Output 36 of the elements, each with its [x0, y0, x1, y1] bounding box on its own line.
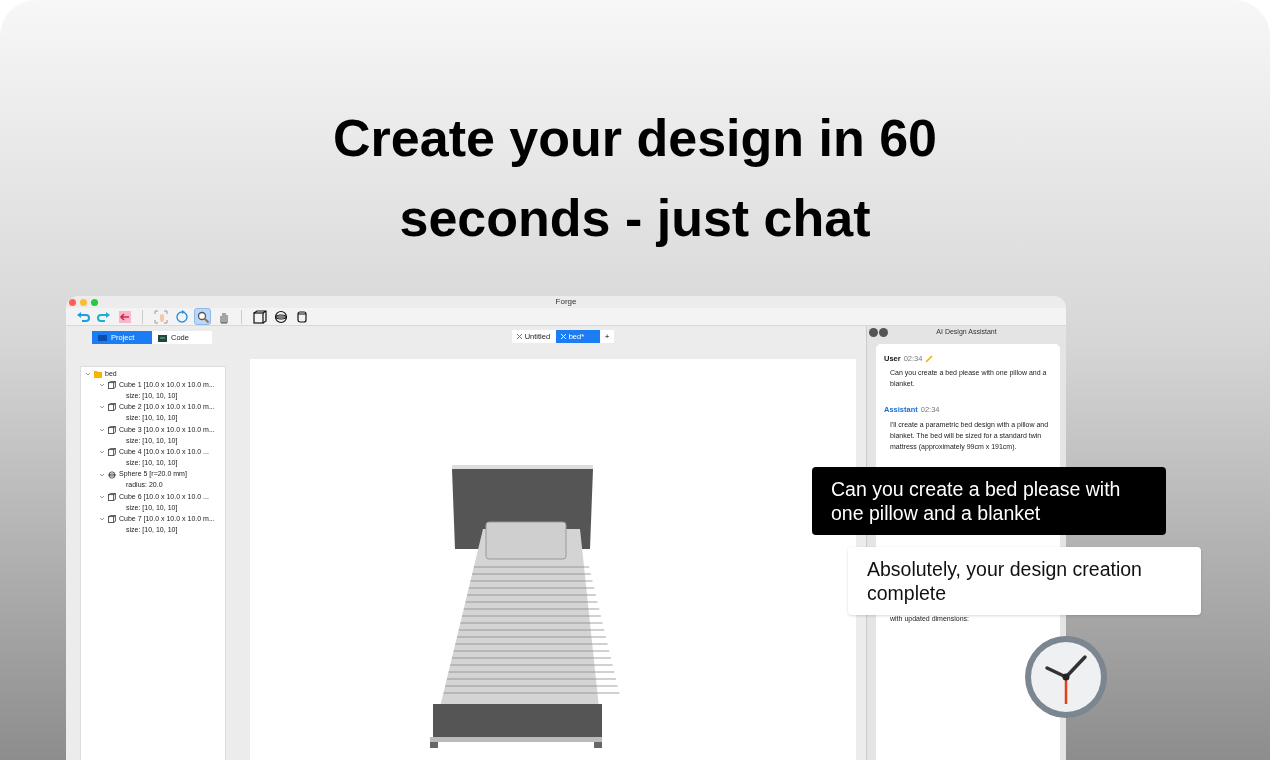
sphere-tool[interactable] — [272, 308, 289, 325]
cube-icon — [108, 425, 116, 434]
rotate-icon — [174, 309, 189, 324]
rotate-tool[interactable] — [173, 308, 190, 325]
export-tool[interactable] — [116, 308, 133, 325]
sphere-icon — [108, 470, 116, 479]
chat-bubble: Absolutely, your design creation complete — [848, 547, 1201, 615]
code-icon — [158, 333, 167, 342]
clock-icon — [1024, 635, 1108, 719]
cylinder-icon — [294, 309, 309, 324]
export-icon — [117, 309, 132, 324]
window-title: Forge — [555, 296, 577, 308]
cube-icon — [108, 515, 116, 524]
chat-bubble: Can you create a bed please with one pillow and a blanket — [812, 467, 1166, 535]
folder-icon — [94, 369, 102, 378]
search-icon — [195, 309, 210, 324]
cube-icon — [108, 492, 116, 501]
close-button[interactable] — [869, 328, 878, 337]
fit-icon — [153, 309, 168, 324]
redo-icon — [96, 309, 111, 324]
sphere-icon — [273, 309, 288, 324]
close-icon — [560, 334, 566, 340]
cube-icon — [108, 448, 116, 457]
cube-icon — [108, 403, 116, 412]
pencil-icon — [925, 354, 934, 363]
cube-tool[interactable] — [251, 308, 268, 325]
chat-button[interactable] — [879, 328, 888, 337]
project-icon — [98, 333, 107, 342]
cube-icon — [252, 309, 267, 324]
undo-icon — [75, 309, 90, 324]
close-icon — [516, 334, 522, 340]
search-tool[interactable] — [194, 308, 211, 325]
cube-icon — [108, 381, 116, 390]
headline: seconds - just chat — [399, 188, 871, 249]
headline: Create your design in 60 — [333, 108, 937, 169]
fit-tool[interactable] — [152, 308, 169, 325]
